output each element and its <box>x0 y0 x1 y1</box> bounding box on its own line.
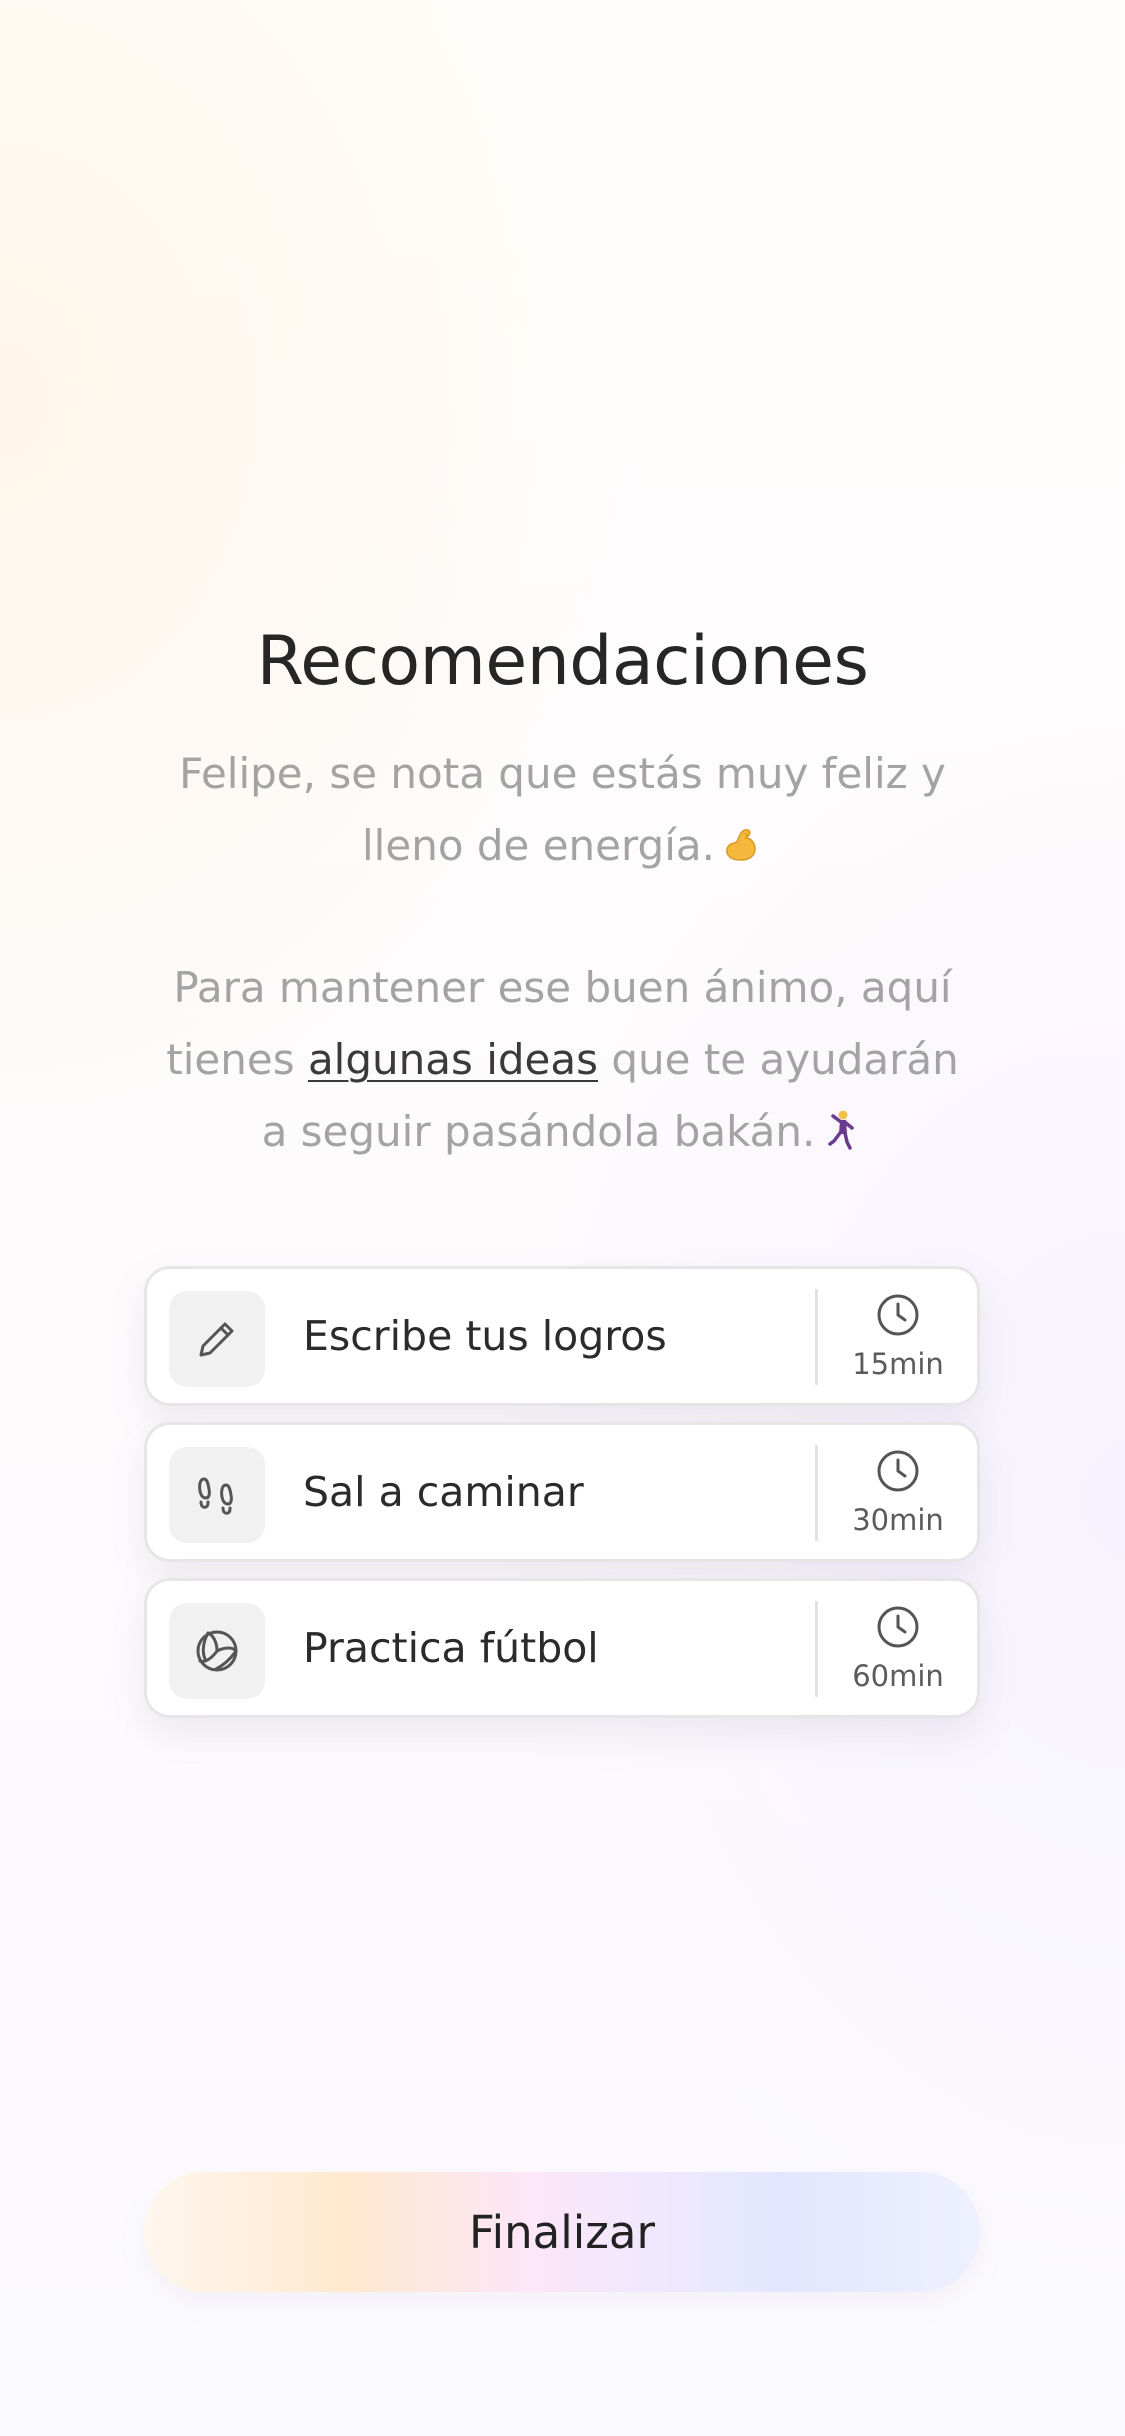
footprints-icon <box>169 1447 265 1543</box>
recommendation-card[interactable]: Sal a caminar 30min <box>144 1422 980 1562</box>
recommendation-card[interactable]: Escribe tus logros 15min <box>144 1266 980 1406</box>
recommendation-label: Practica fútbol <box>303 1624 599 1672</box>
card-divider <box>815 1601 818 1697</box>
suggestion-message: Para mantener ese buen ánimo, aquí tiene… <box>150 952 975 1168</box>
card-divider <box>815 1445 818 1541</box>
duration-label: 30min <box>852 1503 944 1537</box>
dancing-person-icon <box>828 1110 855 1150</box>
finish-button[interactable]: Finalizar <box>144 2172 980 2292</box>
volleyball-icon <box>169 1603 265 1699</box>
greeting-text: Felipe, se nota que estás muy feliz y ll… <box>179 749 946 870</box>
recommendation-label: Escribe tus logros <box>303 1312 667 1360</box>
recommendation-label: Sal a caminar <box>303 1468 584 1516</box>
duration-block: 30min <box>819 1425 977 1559</box>
clock-icon <box>877 1450 919 1492</box>
flexed-biceps-icon <box>726 829 756 861</box>
card-divider <box>815 1289 818 1385</box>
pencil-icon <box>169 1291 265 1387</box>
greeting-subtitle: Felipe, se nota que estás muy feliz y ll… <box>150 738 975 882</box>
clock-icon <box>877 1606 919 1648</box>
duration-label: 60min <box>852 1659 944 1693</box>
page-title: Recomendaciones <box>256 622 869 701</box>
recommendation-card[interactable]: Practica fútbol 60min <box>144 1578 980 1718</box>
recommendation-list: Escribe tus logros 15min Sal a caminar 3… <box>144 1266 980 1734</box>
duration-block: 15min <box>819 1269 977 1403</box>
duration-block: 60min <box>819 1581 977 1715</box>
ideas-link[interactable]: algunas ideas <box>308 1035 598 1084</box>
clock-icon <box>877 1294 919 1336</box>
duration-label: 15min <box>852 1347 944 1381</box>
